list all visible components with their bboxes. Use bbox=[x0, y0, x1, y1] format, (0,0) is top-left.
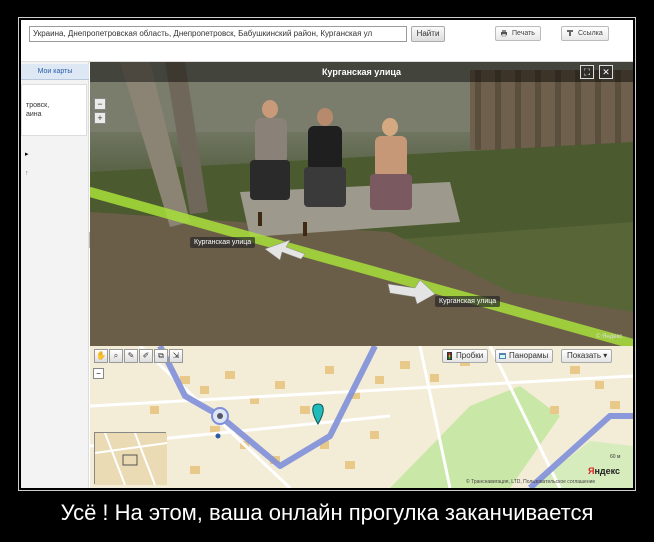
layers-tool-icon[interactable]: ⧉ bbox=[154, 349, 168, 363]
demotivator-caption: Усё ! На этом, ваша онлайн прогулка зака… bbox=[60, 500, 594, 525]
map-tools: ✋ ⌕ ✎ ✐ ⧉ ⇲ bbox=[94, 349, 183, 363]
map-scale: 60 м bbox=[610, 454, 621, 460]
traffic-light-icon bbox=[447, 352, 452, 360]
top-search-bar: Украина, Днепропетровская область, Днепр… bbox=[21, 20, 633, 62]
sidebar: Мои карты тровск, аина ▸ ↑ bbox=[21, 62, 89, 488]
yandex-logo: Яндекс bbox=[588, 466, 620, 476]
map-canvas bbox=[90, 346, 633, 488]
panorama-zoom-control: − + bbox=[94, 98, 106, 124]
hand-tool-icon[interactable]: ✋ bbox=[94, 349, 108, 363]
panorama-zoom-in-button[interactable]: + bbox=[94, 112, 106, 124]
tab-my-maps[interactable]: Мои карты bbox=[21, 64, 89, 80]
link-label: Ссылка bbox=[578, 30, 603, 37]
sidebar-result-text: тровск, аина bbox=[26, 101, 49, 119]
minimap-canvas bbox=[95, 433, 167, 485]
panorama-title: Курганская улица bbox=[90, 62, 633, 82]
map-copyright[interactable]: © Транснавигация, LTD, Пользовательское … bbox=[466, 479, 595, 485]
panorama-copyright: © Яндекс bbox=[596, 334, 623, 340]
panoramas-label: Панорамы bbox=[509, 351, 549, 360]
minimap[interactable] bbox=[94, 432, 167, 485]
map-view[interactable]: ✋ ⌕ ✎ ✐ ⧉ ⇲ Пробки Панорамы Показать ▾ − bbox=[90, 346, 633, 488]
close-icon[interactable]: ✕ bbox=[599, 65, 613, 79]
panoramas-button[interactable]: Панорамы bbox=[495, 349, 554, 363]
sidebar-result-card[interactable]: тровск, аина bbox=[21, 84, 87, 136]
panorama-icon bbox=[499, 353, 506, 359]
link-icon bbox=[567, 30, 573, 36]
sidebar-result-line-2: аина bbox=[26, 111, 42, 118]
printer-icon bbox=[501, 30, 507, 37]
panorama-zoom-out-button[interactable]: − bbox=[94, 98, 106, 110]
street-label-back[interactable]: Курганская улица bbox=[190, 237, 256, 248]
ruler-tool-icon[interactable]: ✎ bbox=[124, 349, 138, 363]
find-button[interactable]: Найти bbox=[411, 26, 445, 42]
fence bbox=[470, 70, 633, 150]
street-panorama[interactable]: Курганская улица ⛶ ✕ − + Курганская улиц… bbox=[90, 62, 633, 346]
print-label: Печать bbox=[512, 30, 535, 37]
sidebar-result-line-1: тровск, bbox=[26, 102, 50, 109]
screenshot-area: Украина, Днепропетровская область, Днепр… bbox=[21, 20, 633, 488]
sidebar-expand-marker[interactable]: ▸ bbox=[25, 150, 29, 158]
show-dropdown[interactable]: Показать ▾ bbox=[561, 349, 613, 363]
pan-tool-icon[interactable]: ⇲ bbox=[169, 349, 183, 363]
link-button[interactable]: Ссылка bbox=[561, 26, 609, 41]
search-input[interactable]: Украина, Днепропетровская область, Днепр… bbox=[29, 26, 407, 42]
expand-icon[interactable]: ⛶ bbox=[580, 65, 594, 79]
traffic-button[interactable]: Пробки bbox=[442, 349, 489, 363]
panorama-scene bbox=[90, 62, 633, 346]
print-button[interactable]: Печать bbox=[495, 26, 541, 41]
traffic-label: Пробки bbox=[456, 351, 484, 360]
demotivator-frame: Украина, Днепропетровская область, Днепр… bbox=[0, 0, 654, 542]
street-label-forward[interactable]: Курганская улица bbox=[435, 296, 501, 307]
yandex-logo-rest: ндекс bbox=[594, 466, 621, 476]
magnifier-tool-icon[interactable]: ⌕ bbox=[109, 349, 123, 363]
sidebar-secondary-marker: ↑ bbox=[25, 170, 29, 177]
draw-tool-icon[interactable]: ✐ bbox=[139, 349, 153, 363]
map-zoom-out-button[interactable]: − bbox=[93, 368, 104, 379]
